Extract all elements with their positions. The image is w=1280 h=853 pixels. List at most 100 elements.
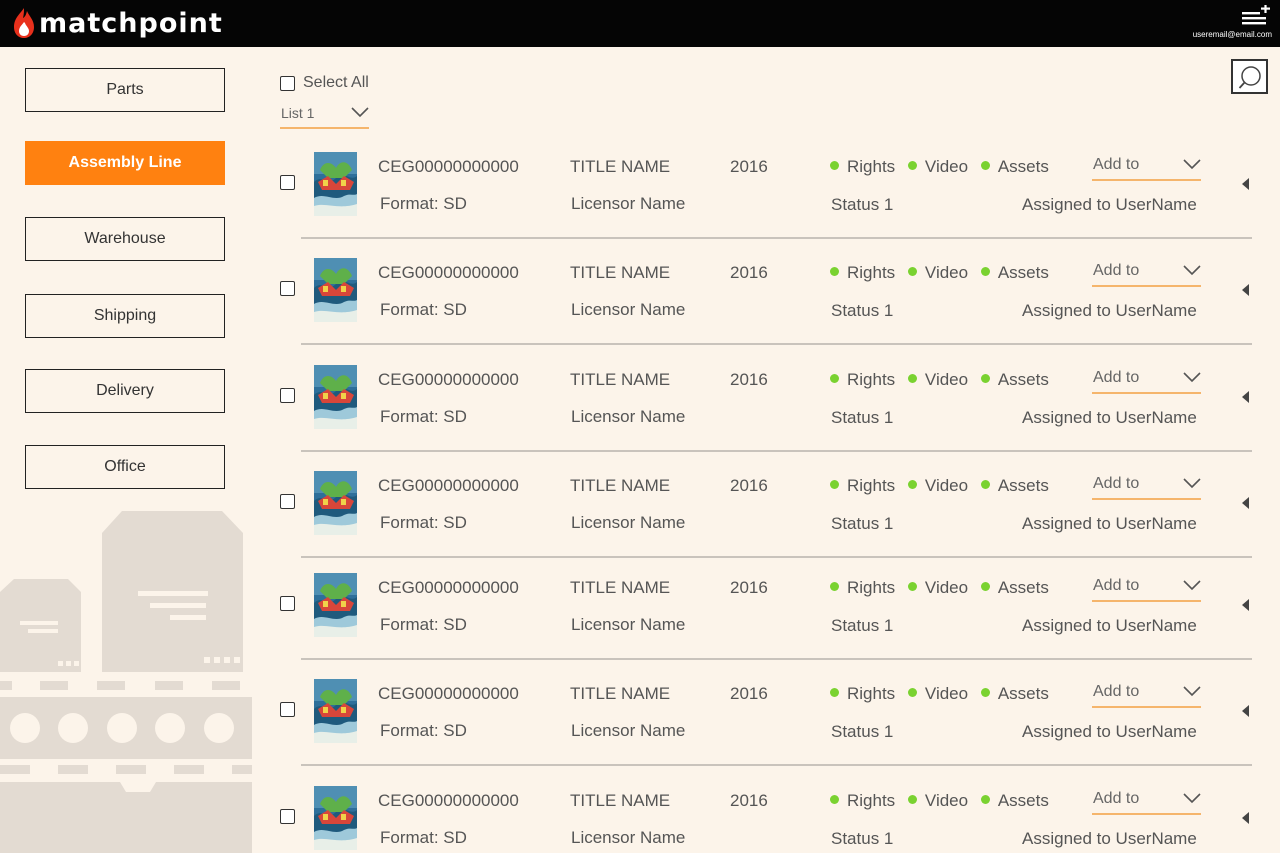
table-row[interactable]: CEG00000000000 TITLE NAME 2016 Format: S… bbox=[252, 674, 1280, 780]
row-divider bbox=[301, 343, 1252, 345]
assigned-user: Assigned to UserName bbox=[1022, 829, 1197, 848]
title-id[interactable]: CEG00000000000 bbox=[378, 370, 519, 390]
title-thumbnail[interactable] bbox=[314, 365, 357, 429]
table-row[interactable]: CEG00000000000 TITLE NAME 2016 Format: S… bbox=[252, 147, 1280, 253]
status-dot-icon bbox=[830, 795, 839, 804]
list-select-value: List 1 bbox=[281, 105, 315, 121]
expand-arrow-icon[interactable] bbox=[1242, 391, 1250, 403]
user-email[interactable]: useremail@email.com bbox=[1193, 30, 1272, 39]
tag-assets: Assets bbox=[980, 263, 1049, 282]
expand-arrow-icon[interactable] bbox=[1242, 812, 1250, 824]
expand-arrow-icon[interactable] bbox=[1242, 284, 1250, 296]
table-row[interactable]: CEG00000000000 TITLE NAME 2016 Format: S… bbox=[252, 466, 1280, 572]
row-checkbox[interactable] bbox=[280, 175, 295, 190]
expand-arrow-icon[interactable] bbox=[1242, 599, 1250, 611]
title-id[interactable]: CEG00000000000 bbox=[378, 684, 519, 704]
select-all[interactable]: Select All bbox=[280, 74, 369, 92]
add-to-dropdown[interactable]: Add to bbox=[1092, 790, 1201, 815]
row-checkbox[interactable] bbox=[280, 281, 295, 296]
licensor-name: Licensor Name bbox=[571, 300, 686, 319]
add-to-dropdown[interactable]: Add to bbox=[1092, 577, 1201, 602]
title-thumbnail[interactable] bbox=[314, 471, 357, 535]
title-id[interactable]: CEG00000000000 bbox=[378, 263, 519, 283]
table-row[interactable]: CEG00000000000 TITLE NAME 2016 Format: S… bbox=[252, 253, 1280, 359]
status-dot-icon bbox=[907, 795, 917, 804]
add-to-dropdown[interactable]: Add to bbox=[1092, 475, 1201, 500]
title-name[interactable]: TITLE NAME bbox=[570, 791, 670, 811]
table-row[interactable]: CEG00000000000 TITLE NAME 2016 Format: S… bbox=[252, 781, 1280, 853]
title-name[interactable]: TITLE NAME bbox=[570, 157, 670, 177]
tag-rights: Rights bbox=[830, 578, 895, 597]
app-logo[interactable]: matchpoint bbox=[10, 4, 223, 42]
status-tags: Rights Video Assets bbox=[830, 157, 1057, 177]
row-checkbox[interactable] bbox=[280, 809, 295, 824]
sidebar-item-shipping[interactable]: Shipping bbox=[25, 294, 225, 338]
chevron-down-icon bbox=[1183, 793, 1201, 804]
status-dot-icon bbox=[830, 374, 839, 383]
table-row[interactable]: CEG00000000000 TITLE NAME 2016 Format: S… bbox=[252, 360, 1280, 466]
conveyor-illustration bbox=[0, 511, 252, 853]
title-name[interactable]: TITLE NAME bbox=[570, 578, 670, 598]
title-thumbnail[interactable] bbox=[314, 573, 357, 637]
title-id[interactable]: CEG00000000000 bbox=[378, 476, 519, 496]
status-dot-icon bbox=[830, 582, 839, 591]
sidebar-item-warehouse[interactable]: Warehouse bbox=[25, 217, 225, 261]
title-name[interactable]: TITLE NAME bbox=[570, 684, 670, 704]
row-divider bbox=[301, 764, 1252, 766]
title-thumbnail[interactable] bbox=[314, 258, 357, 322]
title-id[interactable]: CEG00000000000 bbox=[378, 578, 519, 598]
user-area: useremail@email.com bbox=[1162, 3, 1272, 43]
select-all-checkbox[interactable] bbox=[280, 75, 295, 91]
add-to-dropdown[interactable]: Add to bbox=[1092, 369, 1201, 394]
list-select[interactable]: List 1 bbox=[280, 102, 369, 129]
row-checkbox[interactable] bbox=[280, 388, 295, 403]
sidebar-item-office[interactable]: Office bbox=[25, 445, 225, 489]
tag-video: Video bbox=[907, 684, 968, 703]
sidebar-item-parts[interactable]: Parts bbox=[25, 68, 225, 112]
sidebar-item-delivery[interactable]: Delivery bbox=[25, 369, 225, 413]
table-row[interactable]: CEG00000000000 TITLE NAME 2016 Format: S… bbox=[252, 568, 1280, 674]
title-name[interactable]: TITLE NAME bbox=[570, 370, 670, 390]
licensor-name: Licensor Name bbox=[571, 513, 686, 532]
status-tags: Rights Video Assets bbox=[830, 263, 1057, 283]
assigned-user: Assigned to UserName bbox=[1022, 616, 1197, 635]
status-dot-icon bbox=[907, 161, 917, 170]
add-to-dropdown[interactable]: Add to bbox=[1092, 156, 1201, 181]
title-year: 2016 bbox=[730, 263, 768, 282]
assigned-user: Assigned to UserName bbox=[1022, 722, 1197, 741]
expand-arrow-icon[interactable] bbox=[1242, 705, 1250, 717]
add-to-dropdown[interactable]: Add to bbox=[1092, 683, 1201, 708]
tag-rights: Rights bbox=[830, 684, 895, 703]
tag-video: Video bbox=[907, 791, 968, 810]
title-name[interactable]: TITLE NAME bbox=[570, 263, 670, 283]
row-status: Status 1 bbox=[831, 722, 894, 741]
title-thumbnail[interactable] bbox=[314, 786, 357, 850]
status-dot-icon bbox=[980, 795, 990, 804]
expand-arrow-icon[interactable] bbox=[1242, 178, 1250, 190]
row-checkbox[interactable] bbox=[280, 702, 295, 717]
chevron-down-icon bbox=[351, 107, 369, 118]
status-dot-icon bbox=[907, 688, 917, 697]
add-list-icon[interactable] bbox=[1242, 5, 1272, 27]
title-id[interactable]: CEG00000000000 bbox=[378, 157, 519, 177]
expand-arrow-icon[interactable] bbox=[1242, 497, 1250, 509]
chevron-down-icon bbox=[1183, 580, 1201, 591]
tag-assets: Assets bbox=[980, 791, 1049, 810]
status-dot-icon bbox=[980, 267, 990, 276]
sidebar-item-assembly-line[interactable]: Assembly Line bbox=[25, 141, 225, 185]
title-thumbnail[interactable] bbox=[314, 152, 357, 216]
add-to-dropdown[interactable]: Add to bbox=[1092, 262, 1201, 287]
chevron-down-icon bbox=[1183, 159, 1201, 170]
row-status: Status 1 bbox=[831, 408, 894, 427]
licensor-name: Licensor Name bbox=[571, 615, 686, 634]
licensor-name: Licensor Name bbox=[571, 828, 686, 847]
row-checkbox[interactable] bbox=[280, 596, 295, 611]
title-id[interactable]: CEG00000000000 bbox=[378, 791, 519, 811]
title-thumbnail[interactable] bbox=[314, 679, 357, 743]
tag-rights: Rights bbox=[830, 370, 895, 389]
row-checkbox[interactable] bbox=[280, 494, 295, 509]
add-to-label: Add to bbox=[1093, 790, 1140, 807]
search-button[interactable] bbox=[1231, 59, 1268, 94]
title-name[interactable]: TITLE NAME bbox=[570, 476, 670, 496]
licensor-name: Licensor Name bbox=[571, 721, 686, 740]
